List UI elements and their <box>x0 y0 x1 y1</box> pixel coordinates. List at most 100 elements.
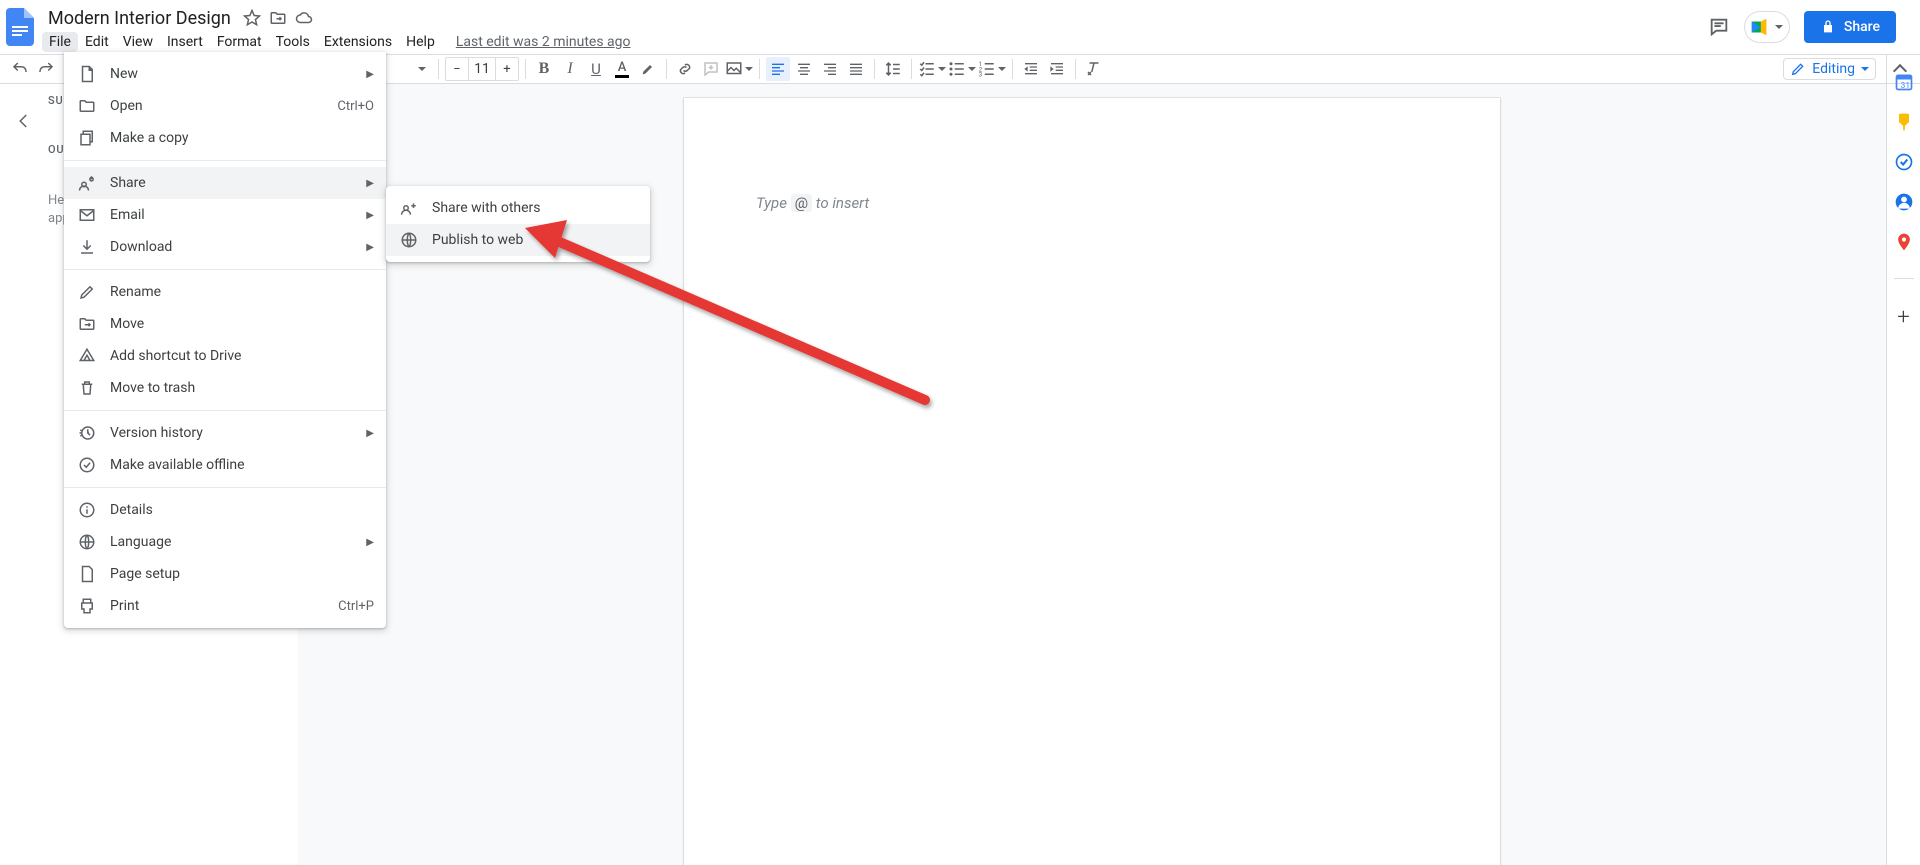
share-submenu: Share with others Publish to web <box>386 186 650 262</box>
submenu-arrow-icon: ▶ <box>366 242 374 253</box>
font-size-value[interactable]: 11 <box>468 58 496 80</box>
menu-share[interactable]: Share ▶ <box>64 167 386 199</box>
menu-view[interactable]: View <box>116 32 160 52</box>
submenu-share-with-others[interactable]: Share with others <box>386 192 650 224</box>
copy-icon <box>78 129 96 147</box>
menu-email[interactable]: Email ▶ <box>64 199 386 231</box>
menu-download[interactable]: Download ▶ <box>64 231 386 263</box>
title-bar: Modern Interior Design File Edit View In… <box>0 0 1920 54</box>
align-left-button[interactable] <box>766 57 790 81</box>
menu-add-shortcut[interactable]: Add shortcut to Drive <box>64 340 386 372</box>
keep-icon[interactable] <box>1894 112 1914 132</box>
menu-extensions[interactable]: Extensions <box>317 32 399 52</box>
menu-file[interactable]: File <box>42 32 78 52</box>
underline-button[interactable]: U <box>584 57 608 81</box>
menu-label: Page setup <box>110 566 374 582</box>
meet-button[interactable] <box>1744 11 1790 43</box>
checklist-button[interactable] <box>918 57 946 81</box>
menu-label: Publish to web <box>432 232 638 248</box>
calendar-icon[interactable]: 31 <box>1894 72 1914 92</box>
clear-formatting-button[interactable] <box>1082 57 1106 81</box>
menu-insert[interactable]: Insert <box>160 32 210 52</box>
offline-icon <box>78 456 96 474</box>
svg-text:31: 31 <box>1900 81 1909 91</box>
last-edit-link[interactable]: Last edit was 2 minutes ago <box>456 34 631 50</box>
numbered-list-button[interactable]: 123 <box>978 57 1006 81</box>
chevron-down-icon <box>745 67 753 71</box>
bulleted-list-button[interactable] <box>948 57 976 81</box>
print-icon <box>78 597 96 615</box>
highlight-button[interactable] <box>636 57 660 81</box>
side-panel: 31 + <box>1886 54 1920 865</box>
menu-version-history[interactable]: Version history ▶ <box>64 417 386 449</box>
align-right-button[interactable] <box>818 57 842 81</box>
back-arrow-icon[interactable] <box>15 112 33 130</box>
menu-print[interactable]: Print Ctrl+P <box>64 590 386 622</box>
indent-increase-button[interactable] <box>1045 57 1069 81</box>
italic-button[interactable]: I <box>558 57 582 81</box>
line-spacing-button[interactable] <box>881 57 905 81</box>
share-people-icon <box>400 199 418 217</box>
menu-format[interactable]: Format <box>210 32 269 52</box>
maps-icon[interactable] <box>1894 232 1914 252</box>
menu-rename[interactable]: Rename <box>64 276 386 308</box>
move-folder-icon[interactable] <box>269 9 287 27</box>
editing-mode-button[interactable]: Editing <box>1783 58 1876 80</box>
redo-button[interactable] <box>34 57 58 81</box>
meet-icon <box>1749 16 1771 38</box>
placeholder-suffix: to insert <box>812 194 869 212</box>
menu-move[interactable]: Move <box>64 308 386 340</box>
menu-label: Download <box>110 239 352 255</box>
left-rail <box>0 84 48 865</box>
menu-new[interactable]: New ▶ <box>64 58 386 90</box>
align-center-button[interactable] <box>792 57 816 81</box>
menu-offline[interactable]: Make available offline <box>64 449 386 481</box>
tasks-icon[interactable] <box>1894 152 1914 172</box>
menu-page-setup[interactable]: Page setup <box>64 558 386 590</box>
insert-link-button[interactable] <box>673 57 697 81</box>
menu-move-to-trash[interactable]: Move to trash <box>64 372 386 404</box>
chevron-down-icon <box>968 67 976 71</box>
menu-label: Move <box>110 316 374 332</box>
star-icon[interactable] <box>243 9 261 27</box>
chevron-down-icon <box>938 67 946 71</box>
menu-make-copy[interactable]: Make a copy <box>64 122 386 154</box>
menu-tools[interactable]: Tools <box>269 32 317 52</box>
page-icon <box>78 565 96 583</box>
menu-edit[interactable]: Edit <box>78 32 116 52</box>
align-justify-button[interactable] <box>844 57 868 81</box>
svg-text:3: 3 <box>979 72 982 79</box>
add-addon-button[interactable]: + <box>1897 305 1909 330</box>
insert-image-button[interactable] <box>725 57 753 81</box>
font-size-increase[interactable]: + <box>496 62 518 77</box>
insert-comment-button[interactable] <box>699 57 723 81</box>
insert-placeholder: Type @ to insert <box>756 194 1428 212</box>
email-icon <box>78 206 96 224</box>
menu-details[interactable]: Details <box>64 494 386 526</box>
submenu-arrow-icon: ▶ <box>366 537 374 548</box>
comment-history-icon[interactable] <box>1708 16 1730 38</box>
contacts-icon[interactable] <box>1894 192 1914 212</box>
history-icon <box>78 424 96 442</box>
submenu-arrow-icon: ▶ <box>366 69 374 80</box>
cloud-status-icon[interactable] <box>295 9 313 27</box>
menu-label: Language <box>110 534 352 550</box>
menu-open[interactable]: Open Ctrl+O <box>64 90 386 122</box>
menu-help[interactable]: Help <box>399 32 442 52</box>
info-icon <box>78 501 96 519</box>
menu-language[interactable]: Language ▶ <box>64 526 386 558</box>
folder-icon <box>78 97 96 115</box>
undo-button[interactable] <box>8 57 32 81</box>
bold-button[interactable]: B <box>532 57 556 81</box>
drive-shortcut-icon <box>78 347 96 365</box>
docs-home-icon[interactable] <box>0 0 40 54</box>
share-button[interactable]: Share <box>1804 11 1896 43</box>
indent-decrease-button[interactable] <box>1019 57 1043 81</box>
lock-icon <box>1820 19 1836 35</box>
document-title[interactable]: Modern Interior Design <box>44 7 235 30</box>
text-color-button[interactable]: A <box>610 57 634 81</box>
submenu-publish-to-web[interactable]: Publish to web <box>386 224 650 256</box>
menu-label: New <box>110 66 352 82</box>
font-size-decrease[interactable]: − <box>446 62 468 77</box>
menu-label: Move to trash <box>110 380 374 396</box>
